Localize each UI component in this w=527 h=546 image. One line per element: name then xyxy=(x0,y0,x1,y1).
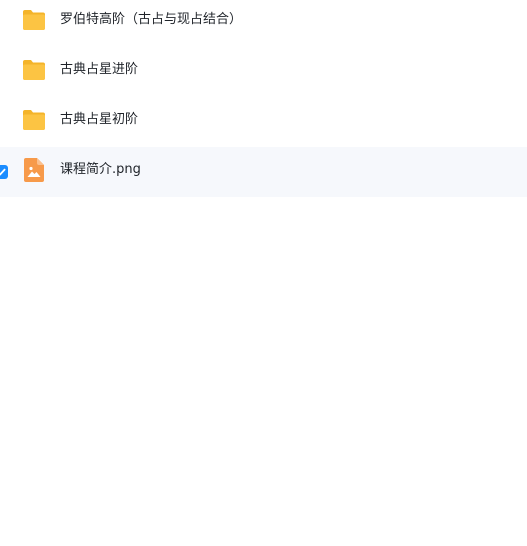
folder-icon xyxy=(22,109,46,131)
image-file-icon xyxy=(24,158,44,182)
folder-icon xyxy=(22,59,46,81)
folder-icon xyxy=(22,9,46,31)
file-name[interactable]: 课程简介.png xyxy=(60,162,141,178)
file-row-folder[interactable]: 古典占星进阶 xyxy=(0,47,527,97)
row-checkbox-checked[interactable] xyxy=(0,165,8,179)
file-row-image[interactable]: 课程简介.png xyxy=(0,147,527,197)
file-row-folder[interactable]: 古典占星初阶 xyxy=(0,97,527,147)
file-name[interactable]: 古典占星初阶 xyxy=(60,112,138,128)
file-name[interactable]: 古典占星进阶 xyxy=(60,62,138,78)
file-name[interactable]: 罗伯特高阶（古占与现占结合） xyxy=(60,12,242,28)
file-list: 罗伯特高阶（古占与现占结合） 古典占星进阶 古典占星初阶 课程简介.png xyxy=(0,0,527,200)
file-row-folder[interactable]: 罗伯特高阶（古占与现占结合） xyxy=(0,0,527,47)
